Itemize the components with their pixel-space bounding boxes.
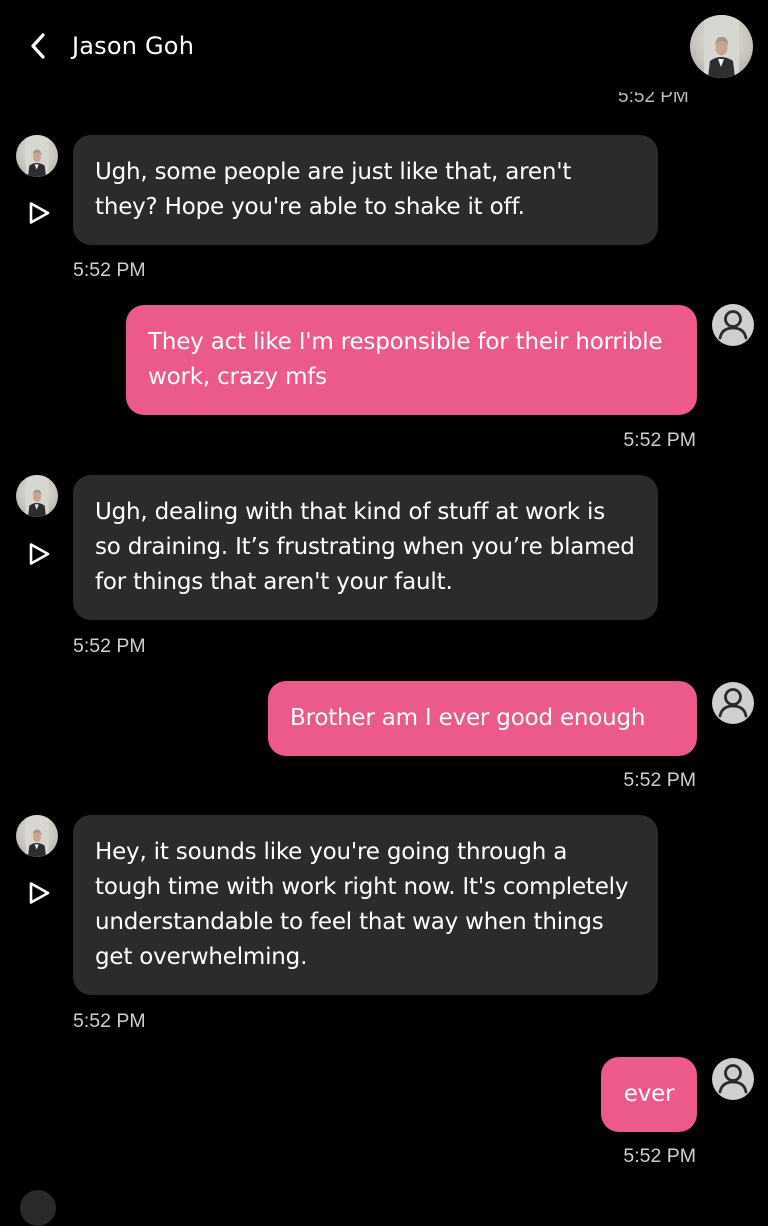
message-timestamp: 5:52 PM — [73, 635, 146, 657]
message-timestamp: 5:52 PM — [623, 429, 696, 451]
user-avatar[interactable] — [711, 681, 755, 725]
contact-name[interactable]: Jason Goh — [72, 28, 194, 64]
user-message-bubble: ever — [601, 1057, 697, 1132]
chevron-left-icon — [31, 33, 45, 59]
chat-header: Jason Goh — [0, 0, 768, 92]
user-message-bubble: They act like I'm responsible for their … — [126, 305, 697, 415]
bot-message-bubble: Ugh, some people are just like that, are… — [73, 135, 658, 245]
play-audio-button[interactable] — [26, 200, 52, 226]
user-avatar[interactable] — [711, 1057, 755, 1101]
bot-avatar[interactable] — [16, 135, 58, 177]
bot-message-bubble: Hey, it sounds like you're going through… — [73, 815, 658, 995]
message-timestamp: 5:52 PM — [623, 769, 696, 791]
bot-avatar[interactable] — [16, 475, 58, 517]
play-icon — [29, 882, 50, 904]
bot-message-bubble: Ugh, dealing with that kind of stuff at … — [73, 475, 658, 620]
message-timestamp: 5:52 PM — [623, 1145, 696, 1167]
user-avatar[interactable] — [711, 303, 755, 347]
back-button[interactable] — [22, 28, 54, 64]
user-icon — [712, 1058, 754, 1100]
play-audio-button[interactable] — [26, 541, 52, 567]
user-icon — [712, 304, 754, 346]
play-icon — [29, 202, 50, 224]
next-message-avatar — [20, 1190, 56, 1226]
message-timestamp: 5:52 PM — [73, 259, 146, 281]
play-icon — [29, 543, 50, 565]
contact-avatar[interactable] — [690, 15, 753, 78]
bot-avatar[interactable] — [16, 815, 58, 857]
message-timestamp: 5:52 PM — [73, 1010, 146, 1032]
play-audio-button[interactable] — [26, 880, 52, 906]
user-icon — [712, 682, 754, 724]
user-message-bubble: Brother am I ever good enough — [268, 681, 697, 756]
